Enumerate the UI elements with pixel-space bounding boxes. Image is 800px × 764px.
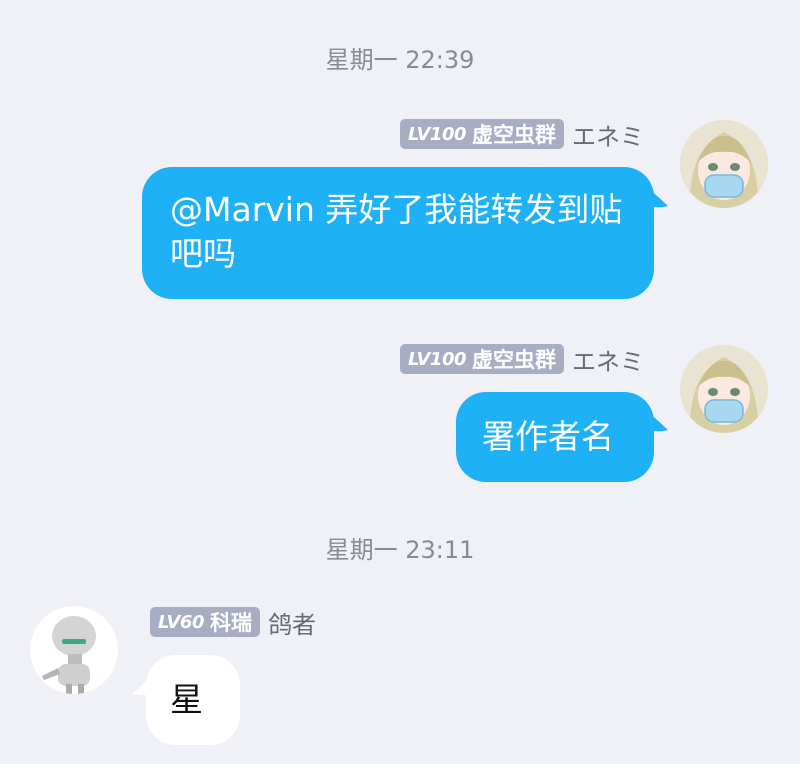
sender-nickname: 鸽者 [267,610,316,639]
sender-meta: LV100 虚空虫群 エネミ [400,118,644,151]
level-label: LV100 [408,348,467,370]
incoming-message-bubble[interactable]: 星 [146,655,240,745]
message-text: 署作者名 [482,417,614,456]
group-title-label: 科瑞 [209,611,252,635]
level-label: LV60 [158,611,204,633]
other-avatar[interactable] [30,606,118,694]
sender-nickname: エネミ [572,122,644,151]
group-title-label: 虚空虫群 [472,348,556,372]
sender-meta: LV100 虚空虫群 エネミ [400,343,644,376]
self-avatar[interactable] [680,345,768,433]
message-text: @Marvin 弄好了我能转发到贴吧吗 [170,190,623,273]
member-title-badge: LV100 虚空虫群 [400,119,564,149]
bubble-tail-icon [644,184,668,208]
member-title-badge: LV60 科瑞 [150,607,260,637]
level-label: LV100 [408,123,467,145]
timestamp: 星期一 23:11 [325,536,475,564]
timestamp: 星期一 22:39 [325,46,475,74]
outgoing-message-bubble[interactable]: @Marvin 弄好了我能转发到贴吧吗 [142,167,654,299]
sender-nickname: エネミ [572,347,644,376]
group-title-label: 虚空虫群 [472,123,556,147]
member-title-badge: LV100 虚空虫群 [400,344,564,374]
robot-avatar-icon [30,606,118,694]
anime-girl-avatar-icon [680,345,768,433]
self-avatar[interactable] [680,120,768,208]
message-text: 星 [170,680,203,719]
bubble-tail-icon [644,408,668,432]
sender-meta: LV60 科瑞 鸽者 [150,606,316,639]
outgoing-message-bubble[interactable]: 署作者名 [456,392,654,482]
anime-girl-avatar-icon [680,120,768,208]
